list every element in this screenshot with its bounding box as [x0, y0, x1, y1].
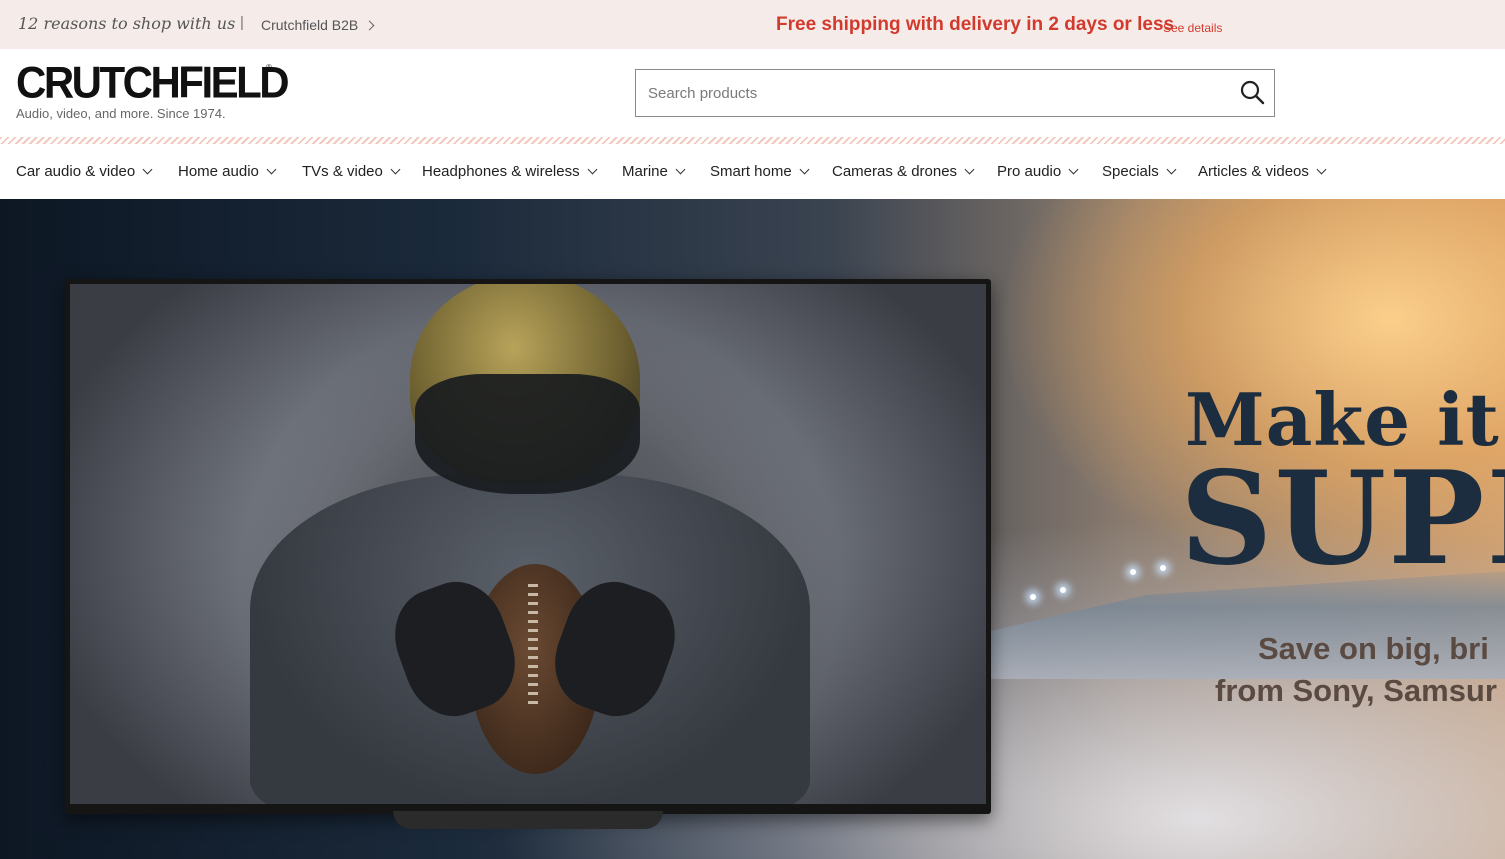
- hero-subline: Save on big, bri: [1258, 631, 1489, 666]
- nav-item-label: Articles & videos: [1198, 163, 1309, 180]
- tagline: Audio, video, and more. Since 1974.: [16, 106, 226, 121]
- crutchfield-logo[interactable]: CRUTCHFIELD: [16, 59, 290, 106]
- stadium-light: [1160, 565, 1166, 571]
- nav-item-label: Smart home: [710, 163, 792, 180]
- nav-car-audio-video[interactable]: Car audio & video: [16, 163, 153, 180]
- registered-mark: ®: [266, 63, 272, 72]
- hero-subline-2: from Sony, Samsur: [1215, 673, 1497, 708]
- nav-articles-videos[interactable]: Articles & videos: [1198, 163, 1327, 180]
- nav-item-label: TVs & video: [302, 163, 383, 180]
- stadium-light: [1130, 569, 1136, 575]
- chevron-down-icon: [390, 164, 401, 175]
- nav-specials[interactable]: Specials: [1102, 163, 1177, 180]
- site-header: CRUTCHFIELD ® Audio, video, and more. Si…: [0, 49, 1505, 137]
- chevron-down-icon: [142, 164, 153, 175]
- shipping-message: Free shipping with delivery in 2 days or…: [776, 14, 1175, 35]
- search-button[interactable]: [1236, 78, 1268, 108]
- chevron-down-icon: [1316, 164, 1327, 175]
- nav-item-label: Cameras & drones: [832, 163, 958, 180]
- tv-product-image: [65, 279, 991, 814]
- main-nav: Car audio & video Home audio TVs & video…: [0, 144, 1505, 199]
- b2b-link[interactable]: Crutchfield B2B: [261, 17, 375, 33]
- hero-banner[interactable]: Make it SUPI Save on big, bri from Sony,…: [0, 199, 1505, 859]
- search-input[interactable]: [636, 70, 1226, 116]
- nav-cameras-drones[interactable]: Cameras & drones: [832, 163, 975, 180]
- nav-pro-audio[interactable]: Pro audio: [997, 163, 1079, 180]
- chevron-down-icon: [799, 164, 810, 175]
- chevron-right-icon: [364, 20, 375, 31]
- chevron-down-icon: [1166, 164, 1177, 175]
- nav-item-label: Specials: [1102, 163, 1159, 180]
- decorative-stripe: [0, 137, 1505, 144]
- see-details-link[interactable]: See details: [1163, 21, 1222, 35]
- nav-smart-home[interactable]: Smart home: [710, 163, 810, 180]
- stadium-light: [1030, 594, 1036, 600]
- chevron-down-icon: [675, 164, 686, 175]
- nav-item-label: Marine: [622, 163, 668, 180]
- tv-stand: [393, 811, 663, 829]
- nav-headphones-wireless[interactable]: Headphones & wireless: [422, 163, 598, 180]
- chevron-down-icon: [1068, 164, 1079, 175]
- nav-item-label: Headphones & wireless: [422, 163, 580, 180]
- nav-item-label: Car audio & video: [16, 163, 136, 180]
- nav-home-audio[interactable]: Home audio: [178, 163, 277, 180]
- chevron-down-icon: [266, 164, 277, 175]
- chevron-down-icon: [964, 164, 975, 175]
- player-facemask: [415, 374, 640, 494]
- nav-tvs-video[interactable]: TVs & video: [302, 163, 401, 180]
- b2b-link-label: Crutchfield B2B: [261, 17, 359, 33]
- tv-screen: [70, 284, 986, 804]
- reasons-to-shop-link[interactable]: 12 reasons to shop with us: [18, 14, 235, 33]
- nav-item-label: Home audio: [178, 163, 259, 180]
- search-icon: [1240, 80, 1265, 104]
- search-box: [635, 69, 1275, 117]
- promo-separator: |: [240, 14, 244, 31]
- nav-marine[interactable]: Marine: [622, 163, 686, 180]
- promo-bar: 12 reasons to shop with us | Crutchfield…: [0, 0, 1505, 49]
- nav-item-label: Pro audio: [997, 163, 1062, 180]
- chevron-down-icon: [587, 164, 598, 175]
- football-laces: [528, 584, 538, 704]
- hero-headline-large: SUPI: [1180, 444, 1505, 594]
- stadium-light: [1060, 587, 1066, 593]
